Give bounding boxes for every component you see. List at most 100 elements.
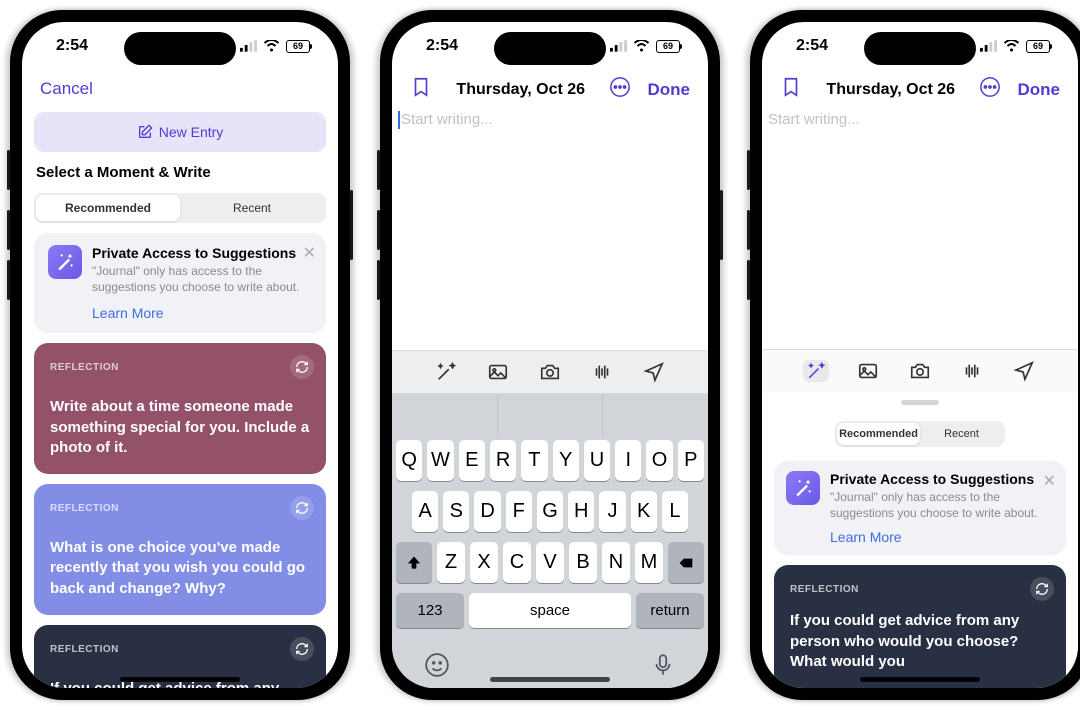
reflection-tag: REFLECTION <box>50 503 119 514</box>
key-x[interactable]: X <box>470 542 498 583</box>
segment-recent[interactable]: Recent <box>180 195 324 221</box>
key-v[interactable]: V <box>536 542 564 583</box>
location-button[interactable] <box>1011 360 1037 382</box>
more-button[interactable] <box>979 76 1001 103</box>
audio-button[interactable] <box>589 361 615 383</box>
new-entry-button[interactable]: New Entry <box>34 112 326 152</box>
done-button[interactable]: Done <box>647 80 690 100</box>
numbers-key[interactable]: 123 <box>396 593 464 628</box>
key-p[interactable]: P <box>678 440 704 481</box>
reflection-tag: REFLECTION <box>50 362 119 373</box>
refresh-icon[interactable] <box>290 355 314 379</box>
key-n[interactable]: N <box>602 542 630 583</box>
privacy-subtitle: "Journal" only has access to the suggest… <box>830 489 1054 521</box>
key-w[interactable]: W <box>427 440 453 481</box>
magic-wand-button[interactable] <box>803 360 829 382</box>
key-a[interactable]: A <box>412 491 438 532</box>
segment-recommended[interactable]: Recommended <box>837 423 920 445</box>
gallery-button[interactable] <box>855 360 881 382</box>
shift-key[interactable] <box>396 542 432 583</box>
bookmark-button[interactable] <box>780 76 802 103</box>
magic-wand-button[interactable] <box>433 361 459 383</box>
location-button[interactable] <box>641 361 667 383</box>
writing-area[interactable]: Start writing... <box>762 107 1078 349</box>
cancel-button[interactable]: Cancel <box>40 79 93 99</box>
wifi-icon <box>633 40 650 52</box>
learn-more-link[interactable]: Learn More <box>92 305 312 321</box>
writing-placeholder: Start writing... <box>768 111 860 128</box>
done-button[interactable]: Done <box>1017 80 1060 100</box>
key-e[interactable]: E <box>459 440 485 481</box>
privacy-title: Private Access to Suggestions <box>92 245 312 261</box>
dictation-button[interactable] <box>650 652 676 678</box>
reflection-prompt[interactable]: REFLECTION If you could get advice from … <box>774 565 1066 688</box>
cellular-icon <box>240 40 257 52</box>
key-d[interactable]: D <box>474 491 500 532</box>
battery-icon: 69 <box>286 40 310 53</box>
close-icon[interactable]: ✕ <box>303 243 316 263</box>
sheet-grabber[interactable] <box>901 400 939 405</box>
entry-date-title: Thursday, Oct 26 <box>456 81 585 99</box>
key-m[interactable]: M <box>635 542 663 583</box>
status-time: 2:54 <box>796 37 828 55</box>
new-entry-label: New Entry <box>159 124 224 140</box>
close-icon[interactable]: ✕ <box>1043 471 1056 491</box>
refresh-icon[interactable] <box>290 637 314 661</box>
refresh-icon[interactable] <box>290 496 314 520</box>
status-icons: 69 <box>610 40 680 53</box>
refresh-icon[interactable] <box>1030 577 1054 601</box>
key-o[interactable]: O <box>646 440 672 481</box>
prediction-bar[interactable] <box>392 394 708 434</box>
segment-recommended[interactable]: Recommended <box>36 195 180 221</box>
segment-recent[interactable]: Recent <box>920 423 1003 445</box>
prompt-text: Write about a time someone made somethin… <box>50 397 310 458</box>
entry-date-title: Thursday, Oct 26 <box>826 81 955 99</box>
space-key[interactable]: space <box>469 593 631 628</box>
status-icons: 69 <box>240 40 310 53</box>
return-key[interactable]: return <box>636 593 704 628</box>
audio-button[interactable] <box>959 360 985 382</box>
section-title: Select a Moment & Write <box>34 162 326 183</box>
key-u[interactable]: U <box>584 440 610 481</box>
key-i[interactable]: I <box>615 440 641 481</box>
status-bar: 2:54 69 <box>22 22 338 70</box>
prompt-text: What is one choice you've made recently … <box>50 538 310 599</box>
home-indicator[interactable] <box>120 677 240 682</box>
key-k[interactable]: K <box>631 491 657 532</box>
key-s[interactable]: S <box>443 491 469 532</box>
key-z[interactable]: Z <box>437 542 465 583</box>
home-indicator[interactable] <box>860 677 980 682</box>
learn-more-link[interactable]: Learn More <box>830 529 1054 545</box>
magic-wand-app-icon <box>786 471 820 505</box>
privacy-card: ✕ Private Access to Suggestions "Journal… <box>774 461 1066 555</box>
key-j[interactable]: J <box>599 491 625 532</box>
reflection-prompt-1[interactable]: REFLECTION Write about a time someone ma… <box>34 343 326 474</box>
more-button[interactable] <box>609 76 631 103</box>
backspace-key[interactable] <box>668 542 704 583</box>
suggestions-sheet[interactable]: Recommended Recent ✕ Private Access to S… <box>762 392 1078 688</box>
keyboard[interactable]: Q W E R T Y U I O P A S D F G H J K L <box>392 434 708 688</box>
privacy-title: Private Access to Suggestions <box>830 471 1054 487</box>
gallery-button[interactable] <box>485 361 511 383</box>
cellular-icon <box>610 40 627 52</box>
segment-control[interactable]: Recommended Recent <box>34 193 326 223</box>
key-h[interactable]: H <box>568 491 594 532</box>
key-q[interactable]: Q <box>396 440 422 481</box>
bookmark-button[interactable] <box>410 76 432 103</box>
key-c[interactable]: C <box>503 542 531 583</box>
reflection-prompt-2[interactable]: REFLECTION What is one choice you've mad… <box>34 484 326 615</box>
key-t[interactable]: T <box>521 440 547 481</box>
key-y[interactable]: Y <box>553 440 579 481</box>
key-l[interactable]: L <box>662 491 688 532</box>
writing-area[interactable]: Start writing... <box>392 107 708 350</box>
camera-button[interactable] <box>907 360 933 382</box>
key-b[interactable]: B <box>569 542 597 583</box>
camera-button[interactable] <box>537 361 563 383</box>
home-indicator[interactable] <box>490 677 610 682</box>
key-g[interactable]: G <box>537 491 563 532</box>
key-f[interactable]: F <box>506 491 532 532</box>
nav-bar: Thursday, Oct 26 Done <box>392 70 708 107</box>
emoji-button[interactable] <box>424 652 450 678</box>
key-r[interactable]: R <box>490 440 516 481</box>
segment-control[interactable]: Recommended Recent <box>835 421 1005 447</box>
